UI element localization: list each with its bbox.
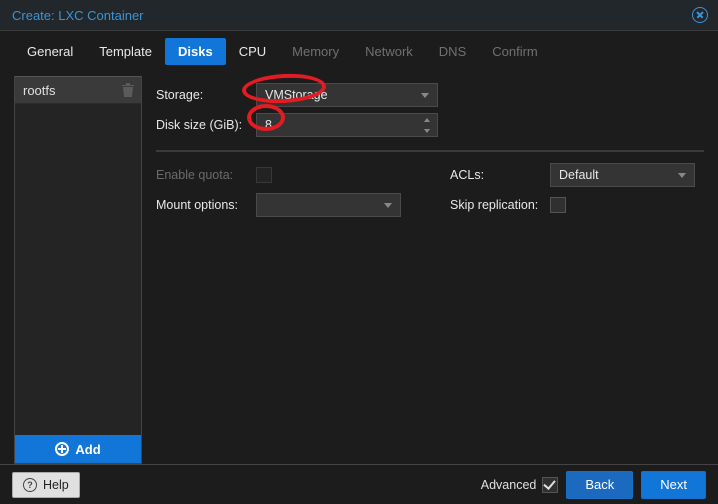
chevron-down-icon [424, 129, 430, 133]
chevron-up-icon [424, 118, 430, 122]
titlebar: Create: LXC Container [0, 0, 718, 31]
help-button[interactable]: ? Help [12, 472, 80, 498]
skip-replication-checkbox[interactable] [550, 197, 566, 213]
acls-value: Default [559, 168, 599, 182]
disk-size-spinner[interactable] [417, 114, 437, 136]
chevron-down-icon [384, 203, 392, 208]
add-button-label: Add [75, 442, 100, 457]
acls-select[interactable]: Default [550, 163, 695, 187]
help-icon: ? [23, 478, 37, 492]
plus-icon [55, 442, 69, 456]
tab-memory: Memory [279, 38, 352, 65]
enable-quota-checkbox [256, 167, 272, 183]
next-button[interactable]: Next [641, 471, 706, 499]
tab-disks[interactable]: Disks [165, 38, 226, 65]
next-button-label: Next [660, 477, 687, 492]
dialog-title: Create: LXC Container [12, 8, 144, 23]
divider [156, 150, 704, 152]
tab-confirm: Confirm [479, 38, 551, 65]
disk-form: Storage: VMStorage Disk size (GiB): 8 [156, 76, 704, 464]
tab-template[interactable]: Template [86, 38, 165, 65]
storage-label: Storage: [156, 88, 256, 102]
close-icon[interactable] [692, 7, 708, 23]
disk-list-item-label: rootfs [23, 83, 56, 98]
disk-list-body [15, 104, 141, 435]
disk-list-item-rootfs[interactable]: rootfs [15, 76, 141, 104]
trash-icon[interactable] [121, 82, 135, 98]
enable-quota-label: Enable quota: [156, 168, 256, 182]
tab-general[interactable]: General [14, 38, 86, 65]
disk-size-input[interactable]: 8 [256, 113, 438, 137]
disk-list: rootfs Add [14, 76, 142, 464]
mount-options-select[interactable] [256, 193, 401, 217]
tabs: General Template Disks CPU Memory Networ… [0, 31, 718, 72]
help-button-label: Help [43, 478, 69, 492]
mount-options-label: Mount options: [156, 198, 256, 212]
chevron-down-icon [678, 173, 686, 178]
back-button-label: Back [585, 477, 614, 492]
tab-network: Network [352, 38, 426, 65]
advanced-checkbox[interactable] [542, 477, 558, 493]
tab-dns: DNS [426, 38, 479, 65]
chevron-down-icon [421, 93, 429, 98]
skip-replication-label: Skip replication: [450, 198, 550, 212]
storage-value: VMStorage [265, 88, 328, 102]
disk-size-label: Disk size (GiB): [156, 118, 256, 132]
acls-label: ACLs: [450, 168, 550, 182]
add-button[interactable]: Add [15, 435, 141, 463]
back-button[interactable]: Back [566, 471, 633, 499]
tab-cpu[interactable]: CPU [226, 38, 279, 65]
storage-select[interactable]: VMStorage [256, 83, 438, 107]
footer: ? Help Advanced Back Next [0, 464, 718, 504]
advanced-label: Advanced [481, 478, 537, 492]
advanced-toggle[interactable]: Advanced [481, 477, 559, 493]
disk-size-value: 8 [265, 118, 272, 132]
